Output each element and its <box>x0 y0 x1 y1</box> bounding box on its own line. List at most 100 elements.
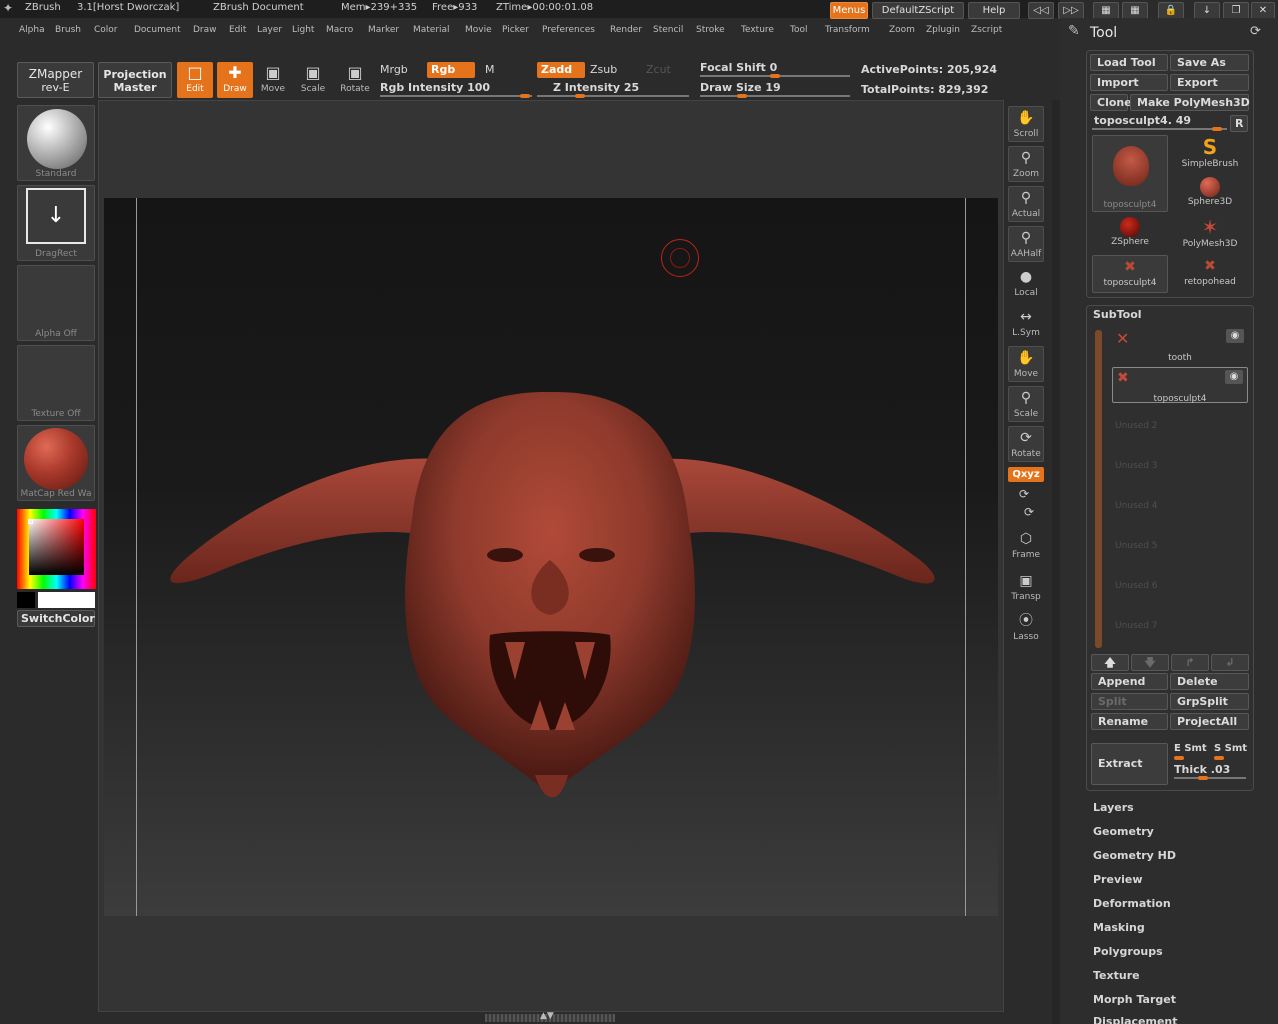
menu-alpha[interactable]: Alpha <box>19 25 45 35</box>
section-polygroups[interactable]: Polygroups <box>1093 945 1163 958</box>
zcut-toggle[interactable]: Zcut <box>646 63 671 76</box>
focal-shift-slider-label[interactable]: Focal Shift 0 <box>700 61 777 74</box>
move-mode-button[interactable]: ▣ Move <box>255 62 291 98</box>
current-tool-slider-knob[interactable] <box>1212 127 1222 131</box>
primary-color-swatch[interactable] <box>38 592 95 608</box>
material-picker[interactable]: MatCap Red Wa <box>17 425 95 501</box>
subtool-unused-slot[interactable]: Unused 6 <box>1115 581 1158 591</box>
e-smt-slider-knob[interactable] <box>1174 756 1184 760</box>
menu-document[interactable]: Document <box>134 25 181 35</box>
draw-size-slider[interactable] <box>700 95 850 97</box>
right-tray-divider[interactable] <box>1052 100 1060 1024</box>
menu-texture[interactable]: Texture <box>741 25 774 35</box>
menu-preferences[interactable]: Preferences <box>542 25 595 35</box>
subtool-action-b-button[interactable]: ↲ <box>1211 654 1249 671</box>
menu-render[interactable]: Render <box>610 25 642 35</box>
menu-macro[interactable]: Macro <box>326 25 353 35</box>
menu-movie[interactable]: Movie <box>465 25 492 35</box>
minimize-icon[interactable]: ↓ <box>1194 2 1220 19</box>
move-view-button[interactable]: ✋ Move <box>1008 346 1044 382</box>
load-tool-button[interactable]: Load Tool <box>1090 54 1168 71</box>
section-preview[interactable]: Preview <box>1093 873 1143 886</box>
section-geometry-hd[interactable]: Geometry HD <box>1093 849 1176 862</box>
tool-thumb-sphere3d[interactable]: Sphere3D <box>1172 175 1248 213</box>
scale-mode-button[interactable]: ▣ Scale <box>295 62 331 98</box>
switch-color-button[interactable]: SwitchColor <box>17 610 95 627</box>
visibility-eye-icon[interactable]: ◉ <box>1226 329 1244 343</box>
rotate-y-icon[interactable]: ⟳ <box>1019 487 1029 501</box>
scroll-button[interactable]: ✋ Scroll <box>1008 106 1044 142</box>
menu-marker[interactable]: Marker <box>368 25 399 35</box>
demon-head-model[interactable] <box>150 380 950 810</box>
subtool-scrollbar[interactable] <box>1095 330 1102 648</box>
draw-mode-button[interactable]: ✚ Draw <box>217 62 253 98</box>
hide-right-tray-icon[interactable]: ▷▷ <box>1058 2 1084 19</box>
m-toggle[interactable]: M <box>485 63 495 76</box>
color-saturation-square[interactable] <box>29 519 84 575</box>
subtool-unused-slot[interactable]: Unused 3 <box>1115 461 1158 471</box>
make-polymesh-button[interactable]: Make PolyMesh3D <box>1130 94 1250 111</box>
tool-thumb-toposculpt4[interactable]: ✖ toposculpt4 <box>1092 255 1168 293</box>
visibility-eye-icon[interactable]: ◉ <box>1225 370 1243 384</box>
tool-thumb-zsphere[interactable]: ZSphere <box>1092 215 1168 253</box>
refresh-icon[interactable]: ⟳ <box>1250 24 1261 39</box>
menu-material[interactable]: Material <box>413 25 450 35</box>
rgb-intensity-slider-knob[interactable] <box>520 94 530 98</box>
move-subtool-down-button[interactable]: 🡇 <box>1131 654 1169 671</box>
draw-size-slider-label[interactable]: Draw Size 19 <box>700 81 781 94</box>
help-button[interactable]: Help <box>968 2 1020 19</box>
tool-thumb-simplebrush[interactable]: S SimpleBrush <box>1172 135 1248 173</box>
s-smt-slider-knob[interactable] <box>1214 756 1224 760</box>
section-morph-target[interactable]: Morph Target <box>1093 993 1176 1006</box>
local-button[interactable]: ● Local <box>1008 266 1044 302</box>
scale-view-button[interactable]: ⚲ Scale <box>1008 386 1044 422</box>
zadd-toggle[interactable]: Zadd <box>537 62 585 78</box>
rgb-intensity-slider-label[interactable]: Rgb Intensity 100 <box>380 81 490 94</box>
z-intensity-slider-knob[interactable] <box>575 94 585 98</box>
tool-thumb-toposculpt4-main[interactable]: toposculpt4 <box>1092 135 1168 212</box>
delete-button[interactable]: Delete <box>1170 673 1249 690</box>
zsub-toggle[interactable]: Zsub <box>590 63 617 76</box>
rename-button[interactable]: Rename <box>1091 713 1168 730</box>
rotate-z-icon[interactable]: ⟳ <box>1024 505 1034 519</box>
export-button[interactable]: Export <box>1170 74 1249 91</box>
subtool-row-tooth[interactable]: ✕ ◉ tooth <box>1112 327 1248 363</box>
clone-button[interactable]: Clone <box>1090 94 1132 111</box>
menu-picker[interactable]: Picker <box>502 25 529 35</box>
save-as-button[interactable]: Save As <box>1170 54 1249 71</box>
subtool-unused-slot[interactable]: Unused 4 <box>1115 501 1158 511</box>
hide-left-tray-icon[interactable]: ◁◁ <box>1028 2 1054 19</box>
subtool-unused-slot[interactable]: Unused 2 <box>1115 421 1158 431</box>
menu-layer[interactable]: Layer <box>257 25 282 35</box>
subtool-unused-slot[interactable]: Unused 7 <box>1115 621 1158 631</box>
projectall-button[interactable]: ProjectAll <box>1170 713 1249 730</box>
s-smt-slider-label[interactable]: S Smt <box>1214 743 1247 754</box>
z-intensity-slider[interactable] <box>537 95 689 97</box>
color-picker[interactable] <box>17 509 96 589</box>
section-displacement[interactable]: Displacement <box>1093 1015 1178 1024</box>
menu-edit[interactable]: Edit <box>229 25 246 35</box>
r-button[interactable]: R <box>1230 115 1248 132</box>
thick-slider-knob[interactable] <box>1198 776 1208 780</box>
section-masking[interactable]: Masking <box>1093 921 1145 934</box>
lsym-button[interactable]: ↔ L.Sym <box>1008 306 1044 342</box>
menu-tool[interactable]: Tool <box>790 25 807 35</box>
secondary-color-swatch[interactable] <box>17 592 35 608</box>
thick-slider-label[interactable]: Thick .03 <box>1174 763 1230 776</box>
subtool-header[interactable]: SubTool <box>1093 308 1142 321</box>
brush-picker[interactable]: Standard <box>17 105 95 181</box>
menu-stroke[interactable]: Stroke <box>696 25 725 35</box>
chevron-up-down-icon[interactable]: ▲▼ <box>540 1011 554 1021</box>
rgb-intensity-slider[interactable] <box>380 95 532 97</box>
mrgb-toggle[interactable]: Mrgb <box>380 63 408 76</box>
tool-thumb-retopohead[interactable]: ✖ retopohead <box>1172 255 1248 293</box>
texture-picker[interactable]: Texture Off <box>17 345 95 421</box>
close-icon[interactable]: ✕ <box>1251 2 1275 19</box>
frame-button[interactable]: ⬡ Frame <box>1008 528 1044 564</box>
menu-zscript[interactable]: Zscript <box>971 25 1002 35</box>
zmapper-button[interactable]: ZMapper rev-E <box>17 62 94 98</box>
menu-zoom[interactable]: Zoom <box>889 25 915 35</box>
lasso-button[interactable]: ⦿ Lasso <box>1008 610 1044 646</box>
grpsplit-button[interactable]: GrpSplit <box>1170 693 1249 710</box>
split-button[interactable]: Split <box>1091 693 1168 710</box>
